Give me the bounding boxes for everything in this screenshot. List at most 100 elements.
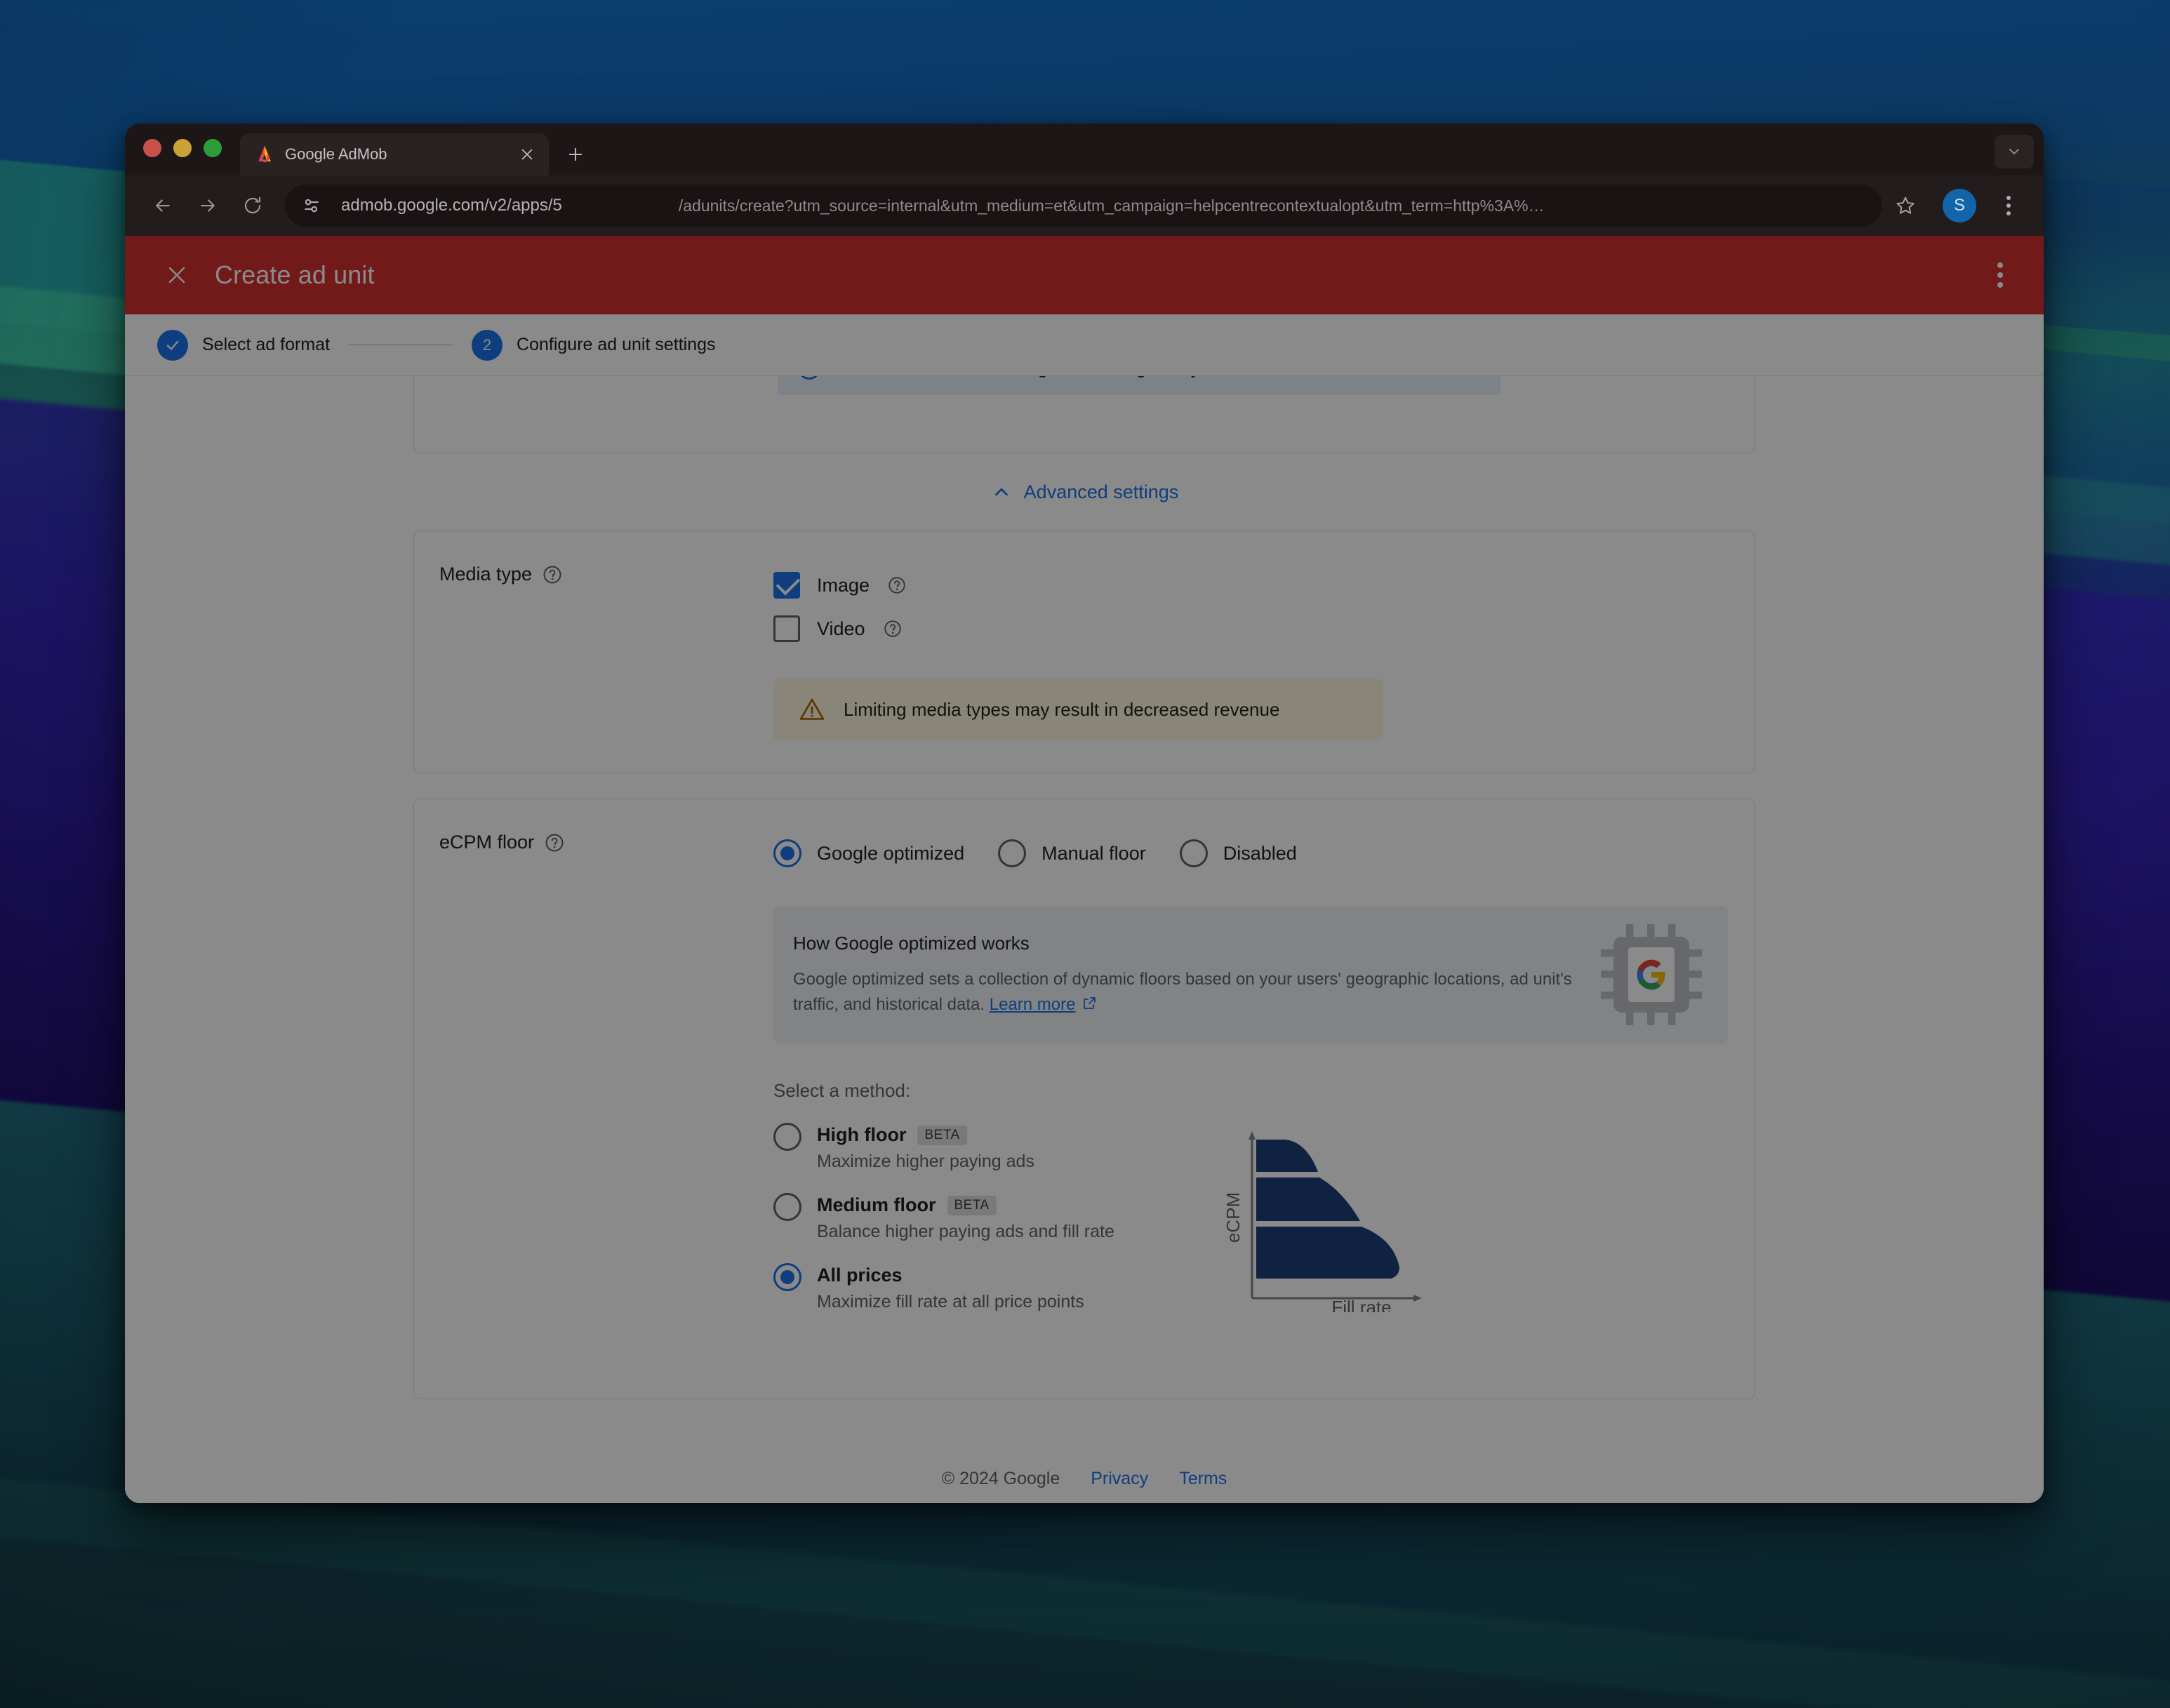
how-it-works-body: Google optimized sets a collection of dy…	[793, 967, 1586, 1018]
media-type-warning-banner: Limiting media types may result in decre…	[773, 679, 1383, 740]
desktop-background: Google AdMob admob.google.com/v2/apps/5 …	[0, 0, 2170, 1708]
high-floor-radio[interactable]	[773, 1123, 801, 1151]
browser-tab[interactable]: Google AdMob	[240, 133, 549, 175]
google-chip-icon	[1599, 922, 1704, 1027]
url-redacted-region	[574, 195, 666, 216]
footer-link-privacy[interactable]: Privacy	[1091, 1469, 1148, 1489]
close-icon[interactable]	[157, 255, 197, 295]
ecpm-mode-radio-group: Google optimized Manual floor Disabled	[773, 832, 1729, 875]
media-type-heading: Media type	[439, 563, 773, 585]
method-radio-group: High floor BETA Maximize higher paying a…	[773, 1123, 1194, 1333]
browser-tab-title: Google AdMob	[285, 145, 387, 163]
browser-window: Google AdMob admob.google.com/v2/apps/5 …	[125, 124, 2044, 1503]
tune-icon[interactable]	[295, 189, 328, 222]
how-it-works-title: How Google optimized works	[793, 932, 1030, 954]
profile-avatar[interactable]: S	[1943, 189, 1976, 222]
learn-more-link[interactable]: Learn more	[990, 995, 1076, 1014]
window-close-button[interactable]	[143, 139, 161, 157]
page-title: Create ad unit	[215, 260, 375, 289]
footer-copyright: © 2024 Google	[941, 1469, 1060, 1488]
all-prices-radio[interactable]	[773, 1263, 801, 1291]
how-it-works-text-column: How Google optimized works Google optimi…	[793, 933, 1599, 1018]
star-icon[interactable]	[1888, 188, 1923, 223]
all-prices-title: All prices	[817, 1265, 903, 1286]
medium-floor-title-row: Medium floor BETA	[817, 1194, 1114, 1216]
medium-floor-text: Medium floor BETA Balance higher paying …	[817, 1193, 1114, 1242]
kebab-menu-icon[interactable]	[1982, 257, 2018, 293]
kebab-menu-icon[interactable]	[1992, 189, 2025, 222]
medium-floor-title: Medium floor	[817, 1194, 936, 1215]
arrow-left-icon[interactable]	[143, 186, 182, 225]
media-type-warning-text: Limiting media types may result in decre…	[844, 698, 1280, 720]
media-type-option-image[interactable]: Image	[773, 563, 1729, 607]
chevron-down-icon[interactable]	[1995, 135, 2034, 168]
stepper: Select ad format 2 Configure ad unit set…	[125, 314, 2044, 376]
browser-toolbar: admob.google.com/v2/apps/5 /adunits/crea…	[125, 175, 2044, 236]
ecpm-mode-disabled[interactable]: Disabled	[1179, 839, 1297, 867]
disabled-radio[interactable]	[1179, 839, 1208, 867]
card-ecpm-floor: eCPM floor Google optimized Manual floor…	[413, 799, 1755, 1399]
advanced-settings-toggle[interactable]: Advanced settings	[413, 453, 1755, 531]
page-content-scroll[interactable]: You won't be able to change this setting…	[125, 376, 2044, 1503]
method-selection-area: High floor BETA Maximize higher paying a…	[773, 1123, 1729, 1333]
ecpm-mode-manual-floor[interactable]: Manual floor	[998, 839, 1146, 867]
footer-link-terms[interactable]: Terms	[1179, 1469, 1227, 1489]
ecpm-title: eCPM floor	[439, 832, 535, 853]
help-icon[interactable]	[882, 618, 903, 639]
all-prices-desc: Maximize fill rate at all price points	[817, 1292, 1084, 1312]
step-marker-active: 2	[472, 329, 503, 361]
image-checkbox[interactable]	[773, 572, 800, 599]
high-floor-title-row: High floor BETA	[817, 1124, 1034, 1146]
video-checkbox[interactable]	[773, 615, 800, 642]
ecpm-fill-rate-chart: eCPM Fill rate	[1223, 1123, 1433, 1333]
media-type-option-video[interactable]: Video	[773, 607, 1729, 650]
manual-floor-radio[interactable]	[998, 839, 1027, 867]
window-maximize-button[interactable]	[204, 139, 222, 157]
select-method-label: Select a method:	[773, 1080, 911, 1101]
method-option-medium-floor[interactable]: Medium floor BETA Balance higher paying …	[773, 1193, 1194, 1242]
disabled-label: Disabled	[1223, 842, 1297, 864]
media-type-title: Media type	[439, 563, 533, 585]
high-floor-desc: Maximize higher paying ads	[817, 1152, 1034, 1171]
arrow-right-icon[interactable]	[188, 186, 227, 225]
reload-icon[interactable]	[233, 186, 272, 225]
admob-page-header: Create ad unit	[125, 236, 2044, 314]
medium-floor-radio[interactable]	[773, 1193, 801, 1221]
help-icon[interactable]	[542, 564, 563, 585]
how-it-works-body-text: Google optimized sets a collection of dy…	[793, 969, 1572, 1014]
help-icon[interactable]	[544, 832, 565, 853]
card-ad-format-settings: You won't be able to change this setting…	[413, 376, 1755, 453]
step-configure-ad-unit-settings[interactable]: 2 Configure ad unit settings	[472, 329, 716, 361]
media-type-right-column: Image Video Limiting media types may res…	[773, 563, 1755, 740]
how-google-optimized-works-panel: How Google optimized works Google optimi…	[773, 906, 1728, 1043]
url-host-text: admob.google.com/v2/apps/5	[341, 196, 562, 215]
all-prices-title-row: All prices	[817, 1265, 1084, 1286]
card-media-type: Media type Image Video Limiting media ty…	[413, 531, 1755, 773]
step-select-ad-format[interactable]: Select ad format	[157, 329, 331, 361]
all-prices-text: All prices Maximize fill rate at all pri…	[817, 1263, 1084, 1312]
new-tab-button[interactable]	[560, 139, 591, 170]
info-banner: You won't be able to change this setting…	[778, 376, 1500, 395]
image-checkbox-label: Image	[817, 574, 870, 596]
window-traffic-lights	[143, 124, 222, 175]
advanced-settings-label: Advanced settings	[1023, 481, 1179, 502]
window-minimize-button[interactable]	[173, 139, 192, 157]
step-marker-complete	[157, 329, 188, 361]
admob-favicon-icon	[254, 144, 275, 165]
address-bar[interactable]: admob.google.com/v2/apps/5 /adunits/crea…	[285, 185, 1882, 227]
web-page: Create ad unit Select ad format 2 Config…	[125, 236, 2044, 1503]
medium-floor-desc: Balance higher paying ads and fill rate	[817, 1222, 1114, 1241]
step-label: Configure ad unit settings	[517, 335, 716, 354]
tab-close-icon[interactable]	[515, 142, 539, 166]
step-label: Select ad format	[202, 335, 331, 354]
video-checkbox-label: Video	[817, 618, 865, 639]
beta-badge: BETA	[947, 1195, 997, 1215]
help-icon[interactable]	[886, 575, 907, 596]
google-optimized-radio[interactable]	[773, 839, 801, 867]
beta-badge: BETA	[917, 1125, 967, 1145]
external-link-icon[interactable]	[1081, 995, 1098, 1012]
ecpm-mode-google-optimized[interactable]: Google optimized	[773, 839, 964, 867]
method-option-high-floor[interactable]: High floor BETA Maximize higher paying a…	[773, 1123, 1194, 1172]
high-floor-title: High floor	[817, 1124, 907, 1145]
method-option-all-prices[interactable]: All prices Maximize fill rate at all pri…	[773, 1263, 1194, 1312]
